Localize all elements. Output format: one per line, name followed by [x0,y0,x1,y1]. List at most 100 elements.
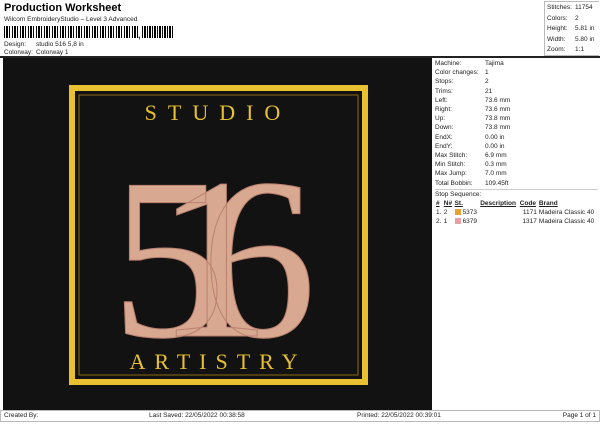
detail-label: Trims: [435,87,453,95]
detail-row: Max Jump: 7.0 mm [435,169,598,178]
detail-row: Max Stitch: 6.9 mm [435,151,598,160]
stat-value: 2 [575,14,579,22]
detail-label: EndY: [435,142,453,150]
stat-row: Stitches: 11754 [547,3,597,14]
colorway-row: Colorway: Colorway 1 [4,49,69,56]
detail-label: Machine: [435,60,462,67]
stitch-cell: 5373 [454,208,480,217]
stat-label: Zoom: [547,46,566,53]
needle-number: 1 [443,218,448,226]
detail-row: Stops: 2 [435,77,598,86]
created-by: Created By: [4,412,39,419]
color-swatch-icon [454,218,461,225]
detail-label: Color changes: [435,69,479,77]
detail-value: 73.8 mm [485,124,511,132]
column-header: St. [454,200,463,208]
detail-label: Left: [435,96,448,104]
detail-row: Total Bobbin: 109.45ft [435,179,598,188]
detail-row: EndX: 0.00 in [435,133,598,142]
stat-value: 1:1 [575,46,585,53]
detail-label: Down: [435,124,454,132]
detail-row: Right: 73.6 mm [435,105,598,114]
software-name: Wilcom EmbroideryStudio – Level 3 Advanc… [4,16,138,23]
design-row: Design: studio 516 5,8 in [4,41,84,48]
printed-date: Printed: 22/05/2022 00:39:01 [357,412,441,419]
color-swatch-icon [454,209,461,216]
column-header: # [436,200,440,208]
studio-text: STUDIO [145,100,292,125]
stop-sequence-title: Stop Sequence: [435,188,598,199]
detail-value: 73.8 mm [485,115,511,123]
stitch-count: 5373 [462,209,478,217]
detail-row: Machine: Tajima [435,59,598,68]
stat-label: Stitches: [547,4,572,11]
column-header: N# [443,200,453,208]
detail-row: Down: 73.8 mm [435,123,598,132]
stat-label: Height: [547,25,568,32]
colorway-label: Colorway: [4,49,33,56]
stat-label: Colors: [547,14,568,22]
stop-sequence-table: # N# St. Description Code Brand 1. 2 5373 1171 Mad… [435,199,598,227]
page-number: Page 1 of 1 [562,412,596,419]
stat-row: Zoom: 1:1 [547,45,597,56]
detail-value: 2 [485,78,489,86]
thread-code: 1171 [522,209,537,217]
description [479,208,519,217]
detail-value: 0.3 mm [485,161,507,169]
detail-value: 21 [485,87,493,95]
detail-label: Stops: [435,78,454,86]
detail-row: Left: 73.6 mm [435,96,598,105]
stitch-count: 6379 [462,218,478,226]
stop-row: 2. 1 6379 1317 Madeira Classic 40 [435,217,598,226]
stat-value: 11754 [575,4,593,11]
detail-label: Max Stitch: [435,152,468,160]
description [479,217,519,226]
barcode [4,26,138,38]
stop-row: 1. 2 5373 1171 Madeira Classic 40 [435,208,598,217]
detail-value: Tajima [485,60,504,67]
column-header: Code [519,200,537,208]
last-saved: Last Saved: 22/05/2022 00:38:58 [149,412,245,419]
detail-label: Total Bobbin: [435,179,473,187]
stat-value: 5.81 in [575,25,595,32]
design-value: studio 516 5,8 in [36,41,84,48]
stat-row: Colors: 2 [547,14,597,25]
detail-row: Color changes: 1 [435,68,598,77]
barcode-separator: , [138,30,141,40]
column-header: Brand [538,200,558,208]
detail-value: 0.00 in [485,142,505,150]
detail-value: 7.0 mm [485,170,507,178]
stop-index: 2. [436,218,442,226]
stats-box: Stitches: 11754 Colors: 2 Height: 5.81 in Widt… [544,1,599,56]
stat-label: Width: [547,35,566,43]
barcode-suffix [142,26,174,38]
design-label: Design: [4,41,27,48]
detail-label: Max Jump: [435,170,467,178]
number-516: 516 [111,131,310,386]
page-title: Production Worksheet [4,2,122,14]
design-preview: STUDIO ARTISTRY 516 [3,58,432,410]
footer: Created By: Last Saved: 22/05/2022 00:38… [0,410,600,422]
detail-row: Up: 73.8 mm [435,114,598,123]
stat-value: 5.80 in [575,35,595,43]
detail-label: EndX: [435,133,453,141]
colorway-value: Colorway 1 [36,49,69,56]
column-header: Description [480,200,516,208]
detail-value: 6.9 mm [485,152,507,160]
detail-value: 73.6 mm [485,96,511,104]
detail-row: EndY: 0.00 in [435,142,598,151]
details-panel: Machine: Tajima Color changes: 1 Stops: 2 Trim… [433,58,600,410]
thread-brand: Madeira Classic 40 [538,218,595,226]
stat-row: Width: 5.80 in [547,35,597,46]
thread-brand: Madeira Classic 40 [538,209,595,217]
detail-value: 0.00 in [485,133,505,141]
stat-row: Height: 5.81 in [547,24,597,35]
stitch-cell: 6379 [454,217,480,226]
detail-value: 73.6 mm [485,106,511,114]
detail-label: Right: [435,106,452,114]
detail-value: 109.45ft [485,179,509,187]
needle-number: 2 [443,209,448,217]
detail-row: Trims: 21 [435,87,598,96]
stop-index: 1. [436,209,442,217]
detail-label: Up: [435,115,446,123]
